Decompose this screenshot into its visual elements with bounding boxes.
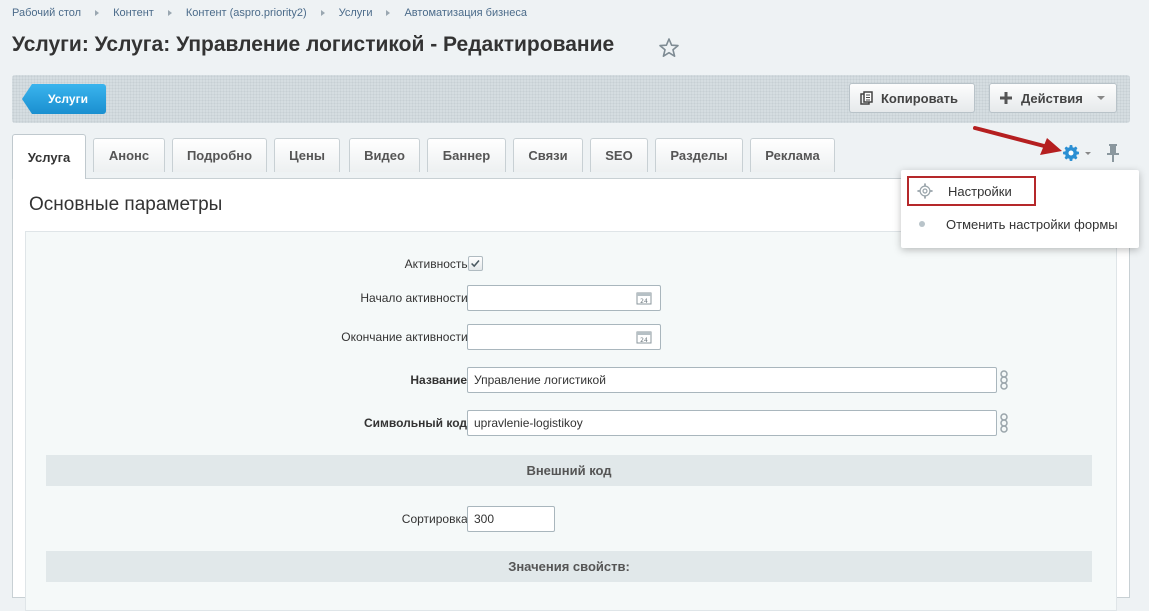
- breadcrumb: Рабочий стол Контент Контент (aspro.prio…: [12, 5, 527, 21]
- menu-item-reset-label: Отменить настройки формы: [946, 216, 1118, 232]
- name-label: Название:: [410, 373, 471, 387]
- start-date-label: Начало активности:: [360, 291, 471, 305]
- menu-item-settings-label: Настройки: [948, 183, 1012, 199]
- breadcrumb-separator-icon: [95, 10, 100, 16]
- pin-icon[interactable]: [1106, 143, 1120, 163]
- breadcrumb-item[interactable]: Услуги: [339, 7, 373, 19]
- name-input[interactable]: [467, 367, 997, 393]
- gear-icon[interactable]: [1062, 144, 1080, 162]
- plus-icon: [1000, 92, 1012, 104]
- breadcrumb-separator-icon: [167, 10, 172, 16]
- toolbar: Услуги Копировать Действия: [12, 75, 1130, 123]
- chevron-down-icon: [1096, 96, 1105, 100]
- breadcrumb-item[interactable]: Рабочий стол: [12, 7, 81, 19]
- menu-item-reset-form-settings[interactable]: Отменить настройки формы: [919, 210, 1118, 238]
- breadcrumb-item[interactable]: Контент (aspro.priority2): [186, 7, 307, 19]
- svg-text:24: 24: [640, 298, 648, 305]
- tab-details[interactable]: Подробно: [172, 138, 267, 172]
- end-date-label: Окончание активности:: [341, 330, 471, 344]
- copy-button-label: Копировать: [881, 90, 959, 106]
- transliterate-link-icon[interactable]: [997, 412, 1011, 434]
- menu-item-settings[interactable]: Настройки: [907, 176, 1036, 206]
- calendar-icon[interactable]: 24: [636, 330, 652, 344]
- breadcrumb-item[interactable]: Контент: [113, 7, 154, 19]
- active-checkbox[interactable]: [468, 256, 483, 271]
- star-icon[interactable]: [657, 36, 681, 60]
- active-label: Активность:: [404, 257, 471, 271]
- bullet-icon: [919, 221, 925, 227]
- checkmark-icon: [471, 259, 480, 268]
- sort-input[interactable]: [467, 506, 555, 532]
- tab-service[interactable]: Услуга: [12, 134, 86, 179]
- breadcrumb-separator-icon: [386, 10, 391, 16]
- gear-icon: [917, 183, 933, 199]
- actions-button[interactable]: Действия: [989, 83, 1117, 113]
- breadcrumb-separator-icon: [320, 10, 325, 16]
- tab-seo[interactable]: SEO: [590, 138, 648, 172]
- breadcrumb-item[interactable]: Автоматизация бизнеса: [404, 7, 527, 19]
- section-title: Основные параметры: [29, 194, 223, 215]
- properties-header: Значения свойств:: [46, 551, 1092, 582]
- tab-prices[interactable]: Цены: [274, 138, 340, 172]
- transliterate-link-icon[interactable]: [997, 369, 1011, 391]
- actions-button-label: Действия: [1021, 90, 1083, 106]
- external-code-header: Внешний код: [46, 455, 1092, 486]
- start-date-input[interactable]: [467, 285, 661, 311]
- settings-dropdown-menu: Настройки Отменить настройки формы: [901, 170, 1139, 248]
- tab-announce[interactable]: Анонс: [93, 138, 165, 172]
- end-date-input[interactable]: [467, 324, 661, 350]
- sort-label: Сортировка:: [401, 512, 471, 526]
- code-label: Символьный код:: [363, 416, 471, 430]
- copy-button[interactable]: Копировать: [849, 83, 975, 113]
- tab-links[interactable]: Связи: [513, 138, 583, 172]
- code-input[interactable]: [467, 410, 997, 436]
- chevron-down-icon[interactable]: [1085, 152, 1091, 155]
- form-box: Активность: Начало активности: 24 Оконча…: [25, 231, 1117, 611]
- tab-sections[interactable]: Разделы: [655, 138, 743, 172]
- annotation-arrow-icon: [973, 126, 1062, 155]
- page-title: Услуги: Услуга: Управление логистикой - …: [12, 33, 615, 56]
- tab-video[interactable]: Видео: [349, 138, 420, 172]
- svg-text:24: 24: [640, 337, 648, 344]
- tab-ads[interactable]: Реклама: [750, 138, 835, 172]
- tab-banner[interactable]: Баннер: [427, 138, 506, 172]
- back-button[interactable]: Услуги: [22, 84, 106, 114]
- calendar-icon[interactable]: 24: [636, 291, 652, 305]
- copy-icon: [860, 91, 873, 105]
